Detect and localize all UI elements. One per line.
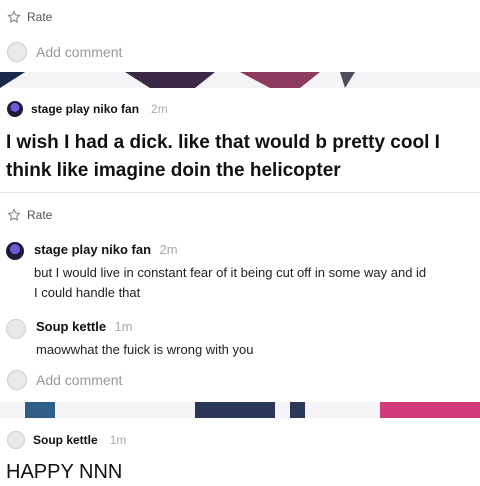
add-comment-placeholder: Add comment [36,44,123,60]
avatar[interactable] [7,101,23,117]
rate-button[interactable]: Rate [7,208,52,222]
rate-button-top[interactable]: Rate [7,10,52,24]
post-text: HAPPY NNN [6,461,123,483]
post-time: 1m [109,433,127,447]
comment-item: stage play niko fan 2m but I would live … [6,241,426,303]
post-image-strip [0,402,480,418]
rate-label: Rate [27,10,53,24]
post-header: Soup kettle 1m [7,431,126,449]
comment-text-line: I could handle that [34,285,141,300]
comment-text-line: but I would live in constant fear of it … [34,265,427,280]
comment-time: 1m [114,319,133,334]
add-comment-placeholder: Add comment [36,372,123,388]
avatar[interactable] [7,431,25,449]
comment-time: 2m [159,242,178,257]
avatar[interactable] [6,319,26,339]
post-image-strip [0,72,480,88]
avatar[interactable] [6,242,24,260]
post-header: stage play niko fan 2m [7,101,168,117]
post-author[interactable]: Soup kettle [33,433,98,447]
comment-author[interactable]: stage play niko fan [34,242,151,257]
add-comment-field-top[interactable]: Add comment [7,42,122,62]
post-text: I wish I had a dick. like that would b p… [6,132,440,181]
divider [0,192,480,193]
star-icon [7,10,21,24]
avatar [7,370,27,390]
avatar [7,42,27,62]
post-time: 2m [151,102,168,116]
add-comment-field[interactable]: Add comment [7,370,122,390]
post-author[interactable]: stage play niko fan [31,102,139,116]
comment-author[interactable]: Soup kettle [36,319,106,334]
comment-text-line: maowwhat the fuick is wrong with you [36,342,254,357]
rate-label: Rate [27,208,53,222]
star-icon [7,208,21,222]
comment-item: Soup kettle 1m maowwhat the fuick is wro… [6,318,253,360]
